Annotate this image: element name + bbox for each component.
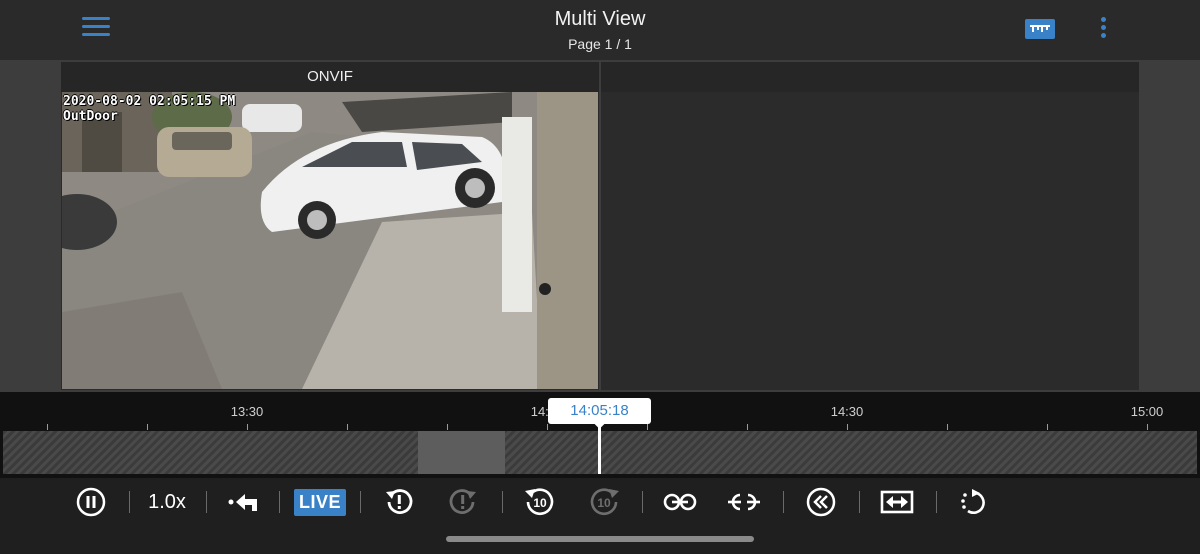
double-chevron-left-icon[interactable] [805,486,837,518]
timeline-ruler-icon[interactable] [1025,19,1055,39]
live-label: LIVE [294,488,347,516]
divider [206,491,207,513]
camera-tile-label [601,62,1139,92]
top-bar: Multi View Page 1 / 1 [0,0,1200,60]
timeline-tick-label: 13:30 [230,404,264,419]
timeline-tick [247,424,248,430]
divider [642,491,643,513]
sync-unlink-icon[interactable] [727,486,761,518]
timeline-tick [347,424,348,430]
rewind-10-label: 10 [533,496,547,510]
alert-forward-icon[interactable] [447,486,479,518]
camera-feed-image[interactable]: 2020-08-02 02:05:15 PM OutDoor [62,92,598,389]
divider [936,491,937,513]
current-time-bubble: 14:05:18 [548,398,651,424]
rewind-10-button[interactable]: 10 [523,486,557,518]
timeline-tick [747,424,748,430]
camera-tile-label: ONVIF [61,62,599,92]
page-indicator: Page 1 / 1 [568,36,632,52]
forward-10-label: 10 [597,496,611,510]
divider [502,491,503,513]
timeline-tick [847,424,848,430]
alert-rewind-icon[interactable] [383,486,415,518]
osd-camera-name: OutDoor [63,109,118,124]
pause-icon[interactable] [75,486,107,518]
timeline-tick [1047,424,1048,430]
timeline-tick [947,424,948,430]
forward-10-button[interactable]: 10 [587,486,621,518]
camera-tile-empty[interactable] [601,62,1139,390]
rotate-dotted-icon[interactable] [957,486,989,518]
live-button[interactable]: LIVE [294,486,347,518]
timeline-tick [647,424,648,430]
osd-timestamp: 2020-08-02 02:05:15 PM [63,94,236,109]
app-root: Multi View Page 1 / 1 ONVIF 2020-08-02 0… [0,0,1200,554]
recording-gap [418,431,505,474]
timeline-tick [547,424,548,430]
home-indicator [446,536,754,542]
divider [783,491,784,513]
timeline-tick [147,424,148,430]
divider [859,491,860,513]
divider [129,491,130,513]
more-vertical-icon[interactable] [1096,17,1110,41]
camera-feed-scene [62,92,598,389]
playback-timeline[interactable]: 13:30 14:00 14:30 15:00 14:05:18 [0,392,1200,478]
timeline-tick-label: 15:00 [1130,404,1164,419]
camera-osd-overlay: 2020-08-02 02:05:15 PM OutDoor [63,94,235,124]
playback-speed-button[interactable]: 1.0x [142,486,192,518]
sync-link-icon[interactable] [663,486,697,518]
multi-view-grid: ONVIF 2020-08-02 02:05:15 PM OutDoor [0,60,1200,392]
divider [279,491,280,513]
timeline-tick-label: 14:30 [830,404,864,419]
page-title: Multi View [554,8,646,30]
playback-controls: 1.0x LIVE 10 10 [0,478,1200,554]
fit-width-icon[interactable] [880,486,914,518]
timeline-tick [1147,424,1148,430]
divider [360,491,361,513]
reply-back-icon[interactable] [226,486,262,518]
timeline-tick [47,424,48,430]
camera-tile-onvif[interactable]: ONVIF 2020-08-02 02:05:15 PM OutDoor [61,62,599,390]
playhead-line[interactable] [598,422,601,474]
timeline-tick [447,424,448,430]
